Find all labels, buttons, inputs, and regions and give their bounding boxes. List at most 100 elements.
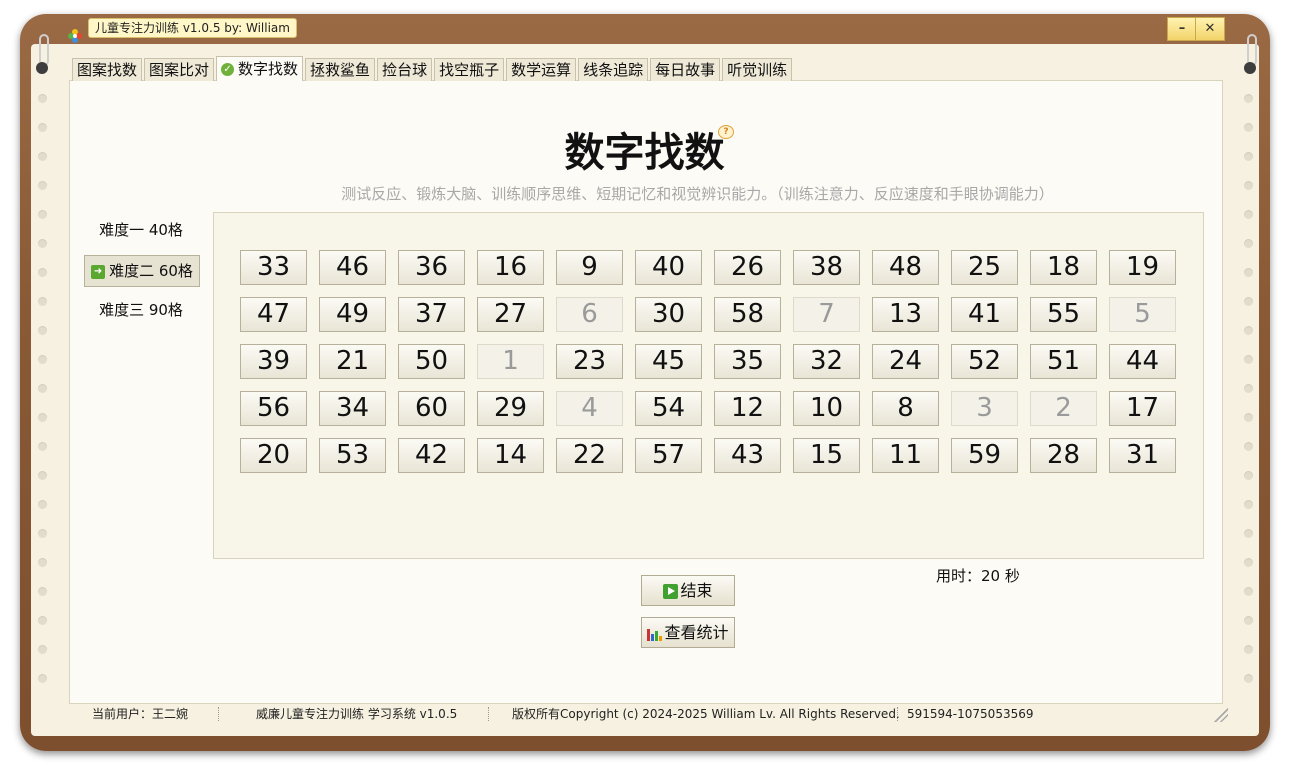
number-cell[interactable]: 48 — [872, 250, 939, 285]
number-cell[interactable]: 50 — [398, 344, 465, 379]
minimize-button[interactable]: – — [1167, 17, 1197, 41]
tab-label: 数字找数 — [238, 60, 299, 78]
tab-4[interactable]: 捡台球 — [377, 58, 433, 81]
number-cell[interactable]: 12 — [714, 391, 781, 426]
status-copyright: 版权所有Copyright (c) 2024-2025 William Lv. … — [512, 707, 900, 721]
number-cell[interactable]: 23 — [556, 344, 623, 379]
status-current-user: 当前用户：王二婉 — [92, 707, 189, 721]
number-cell[interactable]: 60 — [398, 391, 465, 426]
number-cell[interactable]: 30 — [635, 297, 702, 332]
chart-icon — [647, 627, 663, 641]
resize-grip[interactable] — [1214, 708, 1228, 722]
tab-9[interactable]: 听觉训练 — [722, 58, 793, 81]
number-cell[interactable]: 36 — [398, 250, 465, 285]
number-cell[interactable]: 15 — [793, 438, 860, 473]
number-cell[interactable]: 34 — [319, 391, 386, 426]
tab-label: 拯救鲨鱼 — [310, 61, 371, 79]
number-cell[interactable]: 8 — [872, 391, 939, 426]
tab-6[interactable]: 数学运算 — [506, 58, 577, 81]
tab-label: 线条追踪 — [583, 61, 644, 79]
number-cell[interactable]: 19 — [1109, 250, 1176, 285]
level-1-option[interactable]: 难度一 40格 — [84, 215, 198, 245]
number-cell[interactable]: 22 — [556, 438, 623, 473]
number-cell[interactable]: 31 — [1109, 438, 1176, 473]
number-cell[interactable]: 37 — [398, 297, 465, 332]
number-cell[interactable]: 29 — [477, 391, 544, 426]
number-cell[interactable]: 11 — [872, 438, 939, 473]
number-cell[interactable]: 51 — [1030, 344, 1097, 379]
close-button[interactable]: ✕ — [1195, 17, 1225, 41]
window-title: 儿童专注力训练 v1.0.5 by: William — [88, 18, 297, 38]
number-cell[interactable]: 4 — [556, 391, 623, 426]
number-cell[interactable]: 6 — [556, 297, 623, 332]
tab-label: 每日故事 — [655, 61, 716, 79]
level-3-option[interactable]: 难度三 90格 — [84, 295, 198, 325]
tab-bar: 图案找数 图案比对 ✓ 数字找数 拯救鲨鱼 捡台球 找空瓶子 数学运算 线条追踪 每日故事 听觉训练 — [72, 56, 794, 82]
number-cell[interactable]: 28 — [1030, 438, 1097, 473]
number-cell[interactable]: 54 — [635, 391, 702, 426]
number-cell[interactable]: 14 — [477, 438, 544, 473]
number-cell[interactable]: 5 — [1109, 297, 1176, 332]
tab-0[interactable]: 图案找数 — [72, 58, 143, 81]
tab-3[interactable]: 拯救鲨鱼 — [305, 58, 376, 81]
number-cell[interactable]: 20 — [240, 438, 307, 473]
number-cell[interactable]: 55 — [1030, 297, 1097, 332]
number-cell[interactable]: 32 — [793, 344, 860, 379]
tab-label: 听觉训练 — [727, 61, 788, 79]
tab-label: 找空瓶子 — [439, 61, 500, 79]
number-cell[interactable]: 41 — [951, 297, 1018, 332]
end-button[interactable]: 结束 — [641, 575, 735, 606]
tab-5[interactable]: 找空瓶子 — [434, 58, 505, 81]
number-cell[interactable]: 3 — [951, 391, 1018, 426]
binder-ring-right — [1244, 34, 1257, 76]
number-cell[interactable]: 16 — [477, 250, 544, 285]
number-cell[interactable]: 17 — [1109, 391, 1176, 426]
status-app-name: 威廉儿童专注力训练 学习系统 v1.0.5 — [256, 707, 458, 721]
number-cell[interactable]: 52 — [951, 344, 1018, 379]
number-cell[interactable]: 24 — [872, 344, 939, 379]
number-cell[interactable]: 1 — [477, 344, 544, 379]
tab-label: 数学运算 — [511, 61, 572, 79]
number-cell[interactable]: 56 — [240, 391, 307, 426]
timer-label: 用时：20 秒 — [936, 567, 1020, 585]
number-cell[interactable]: 59 — [951, 438, 1018, 473]
number-cell[interactable]: 13 — [872, 297, 939, 332]
help-icon[interactable]: ? — [718, 125, 734, 139]
number-cell[interactable]: 35 — [714, 344, 781, 379]
number-cell[interactable]: 21 — [319, 344, 386, 379]
number-cell[interactable]: 38 — [793, 250, 860, 285]
number-cell[interactable]: 49 — [319, 297, 386, 332]
number-cell[interactable]: 39 — [240, 344, 307, 379]
number-cell[interactable]: 2 — [1030, 391, 1097, 426]
level-2-label: 难度二 60格 — [109, 262, 193, 280]
number-cell[interactable]: 27 — [477, 297, 544, 332]
number-cell[interactable]: 7 — [793, 297, 860, 332]
number-cell[interactable]: 43 — [714, 438, 781, 473]
number-cell[interactable]: 26 — [714, 250, 781, 285]
app-logo-icon — [67, 28, 83, 44]
tab-1[interactable]: 图案比对 — [144, 58, 215, 81]
tab-label: 图案比对 — [149, 61, 210, 79]
arrow-right-icon: ➜ — [91, 264, 106, 279]
number-cell[interactable]: 25 — [951, 250, 1018, 285]
number-cell[interactable]: 47 — [240, 297, 307, 332]
status-contact: 591594-1075053569 — [907, 707, 1034, 721]
play-icon — [663, 584, 679, 599]
number-cell[interactable]: 10 — [793, 391, 860, 426]
tab-2[interactable]: ✓ 数字找数 — [216, 56, 304, 81]
number-cell[interactable]: 40 — [635, 250, 702, 285]
number-cell[interactable]: 46 — [319, 250, 386, 285]
level-2-option[interactable]: ➜ 难度二 60格 — [84, 255, 200, 287]
view-stats-button[interactable]: 查看统计 — [641, 617, 735, 648]
tab-8[interactable]: 每日故事 — [650, 58, 721, 81]
number-cell[interactable]: 57 — [635, 438, 702, 473]
tab-7[interactable]: 线条追踪 — [578, 58, 649, 81]
number-cell[interactable]: 42 — [398, 438, 465, 473]
number-cell[interactable]: 45 — [635, 344, 702, 379]
number-cell[interactable]: 33 — [240, 250, 307, 285]
number-cell[interactable]: 44 — [1109, 344, 1176, 379]
number-cell[interactable]: 9 — [556, 250, 623, 285]
number-cell[interactable]: 58 — [714, 297, 781, 332]
number-cell[interactable]: 53 — [319, 438, 386, 473]
number-cell[interactable]: 18 — [1030, 250, 1097, 285]
